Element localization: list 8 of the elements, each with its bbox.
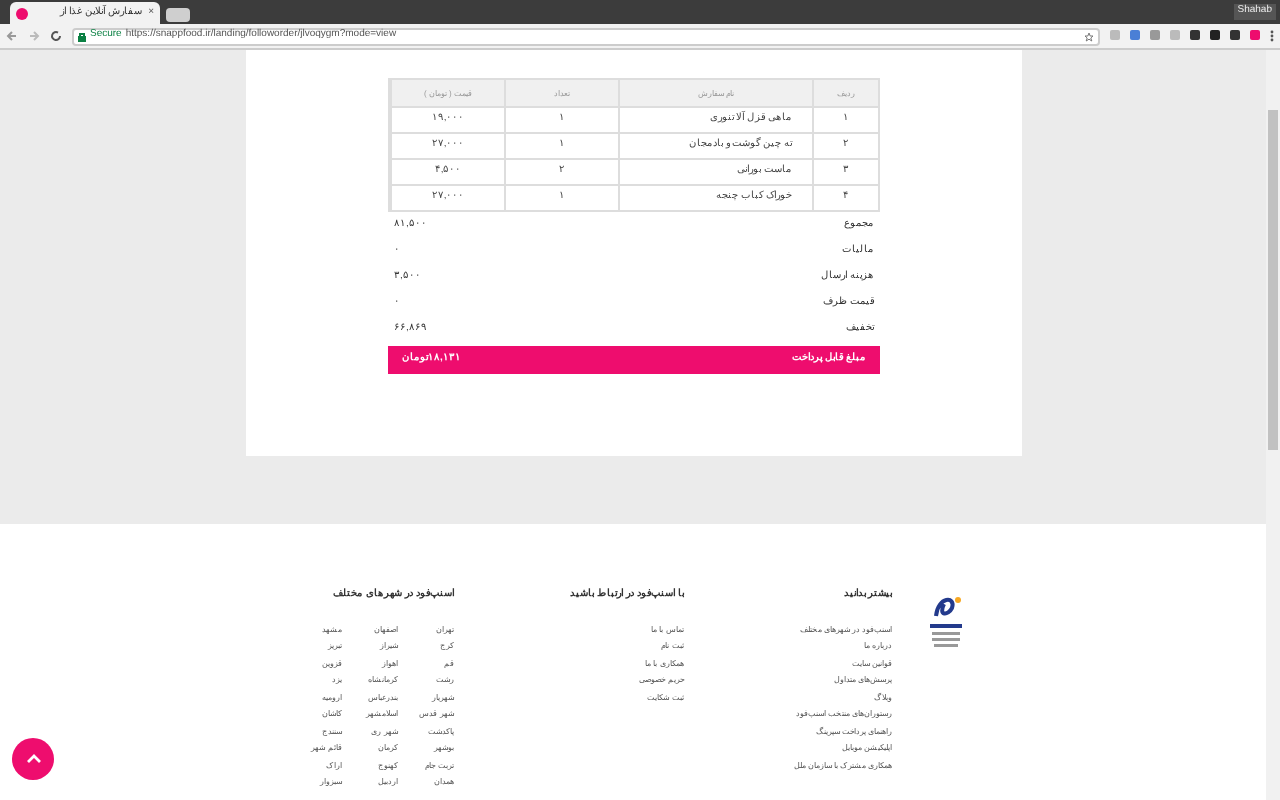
site-icon: [16, 7, 28, 19]
extension-square-icon[interactable]: [1210, 30, 1220, 40]
lock-icon: [78, 31, 86, 41]
reload-icon[interactable]: [50, 30, 62, 42]
new-tab-button[interactable]: [166, 8, 190, 22]
back-icon[interactable]: [6, 30, 18, 42]
star-icon[interactable]: [1084, 31, 1094, 41]
chevron-up-icon: [25, 754, 41, 764]
